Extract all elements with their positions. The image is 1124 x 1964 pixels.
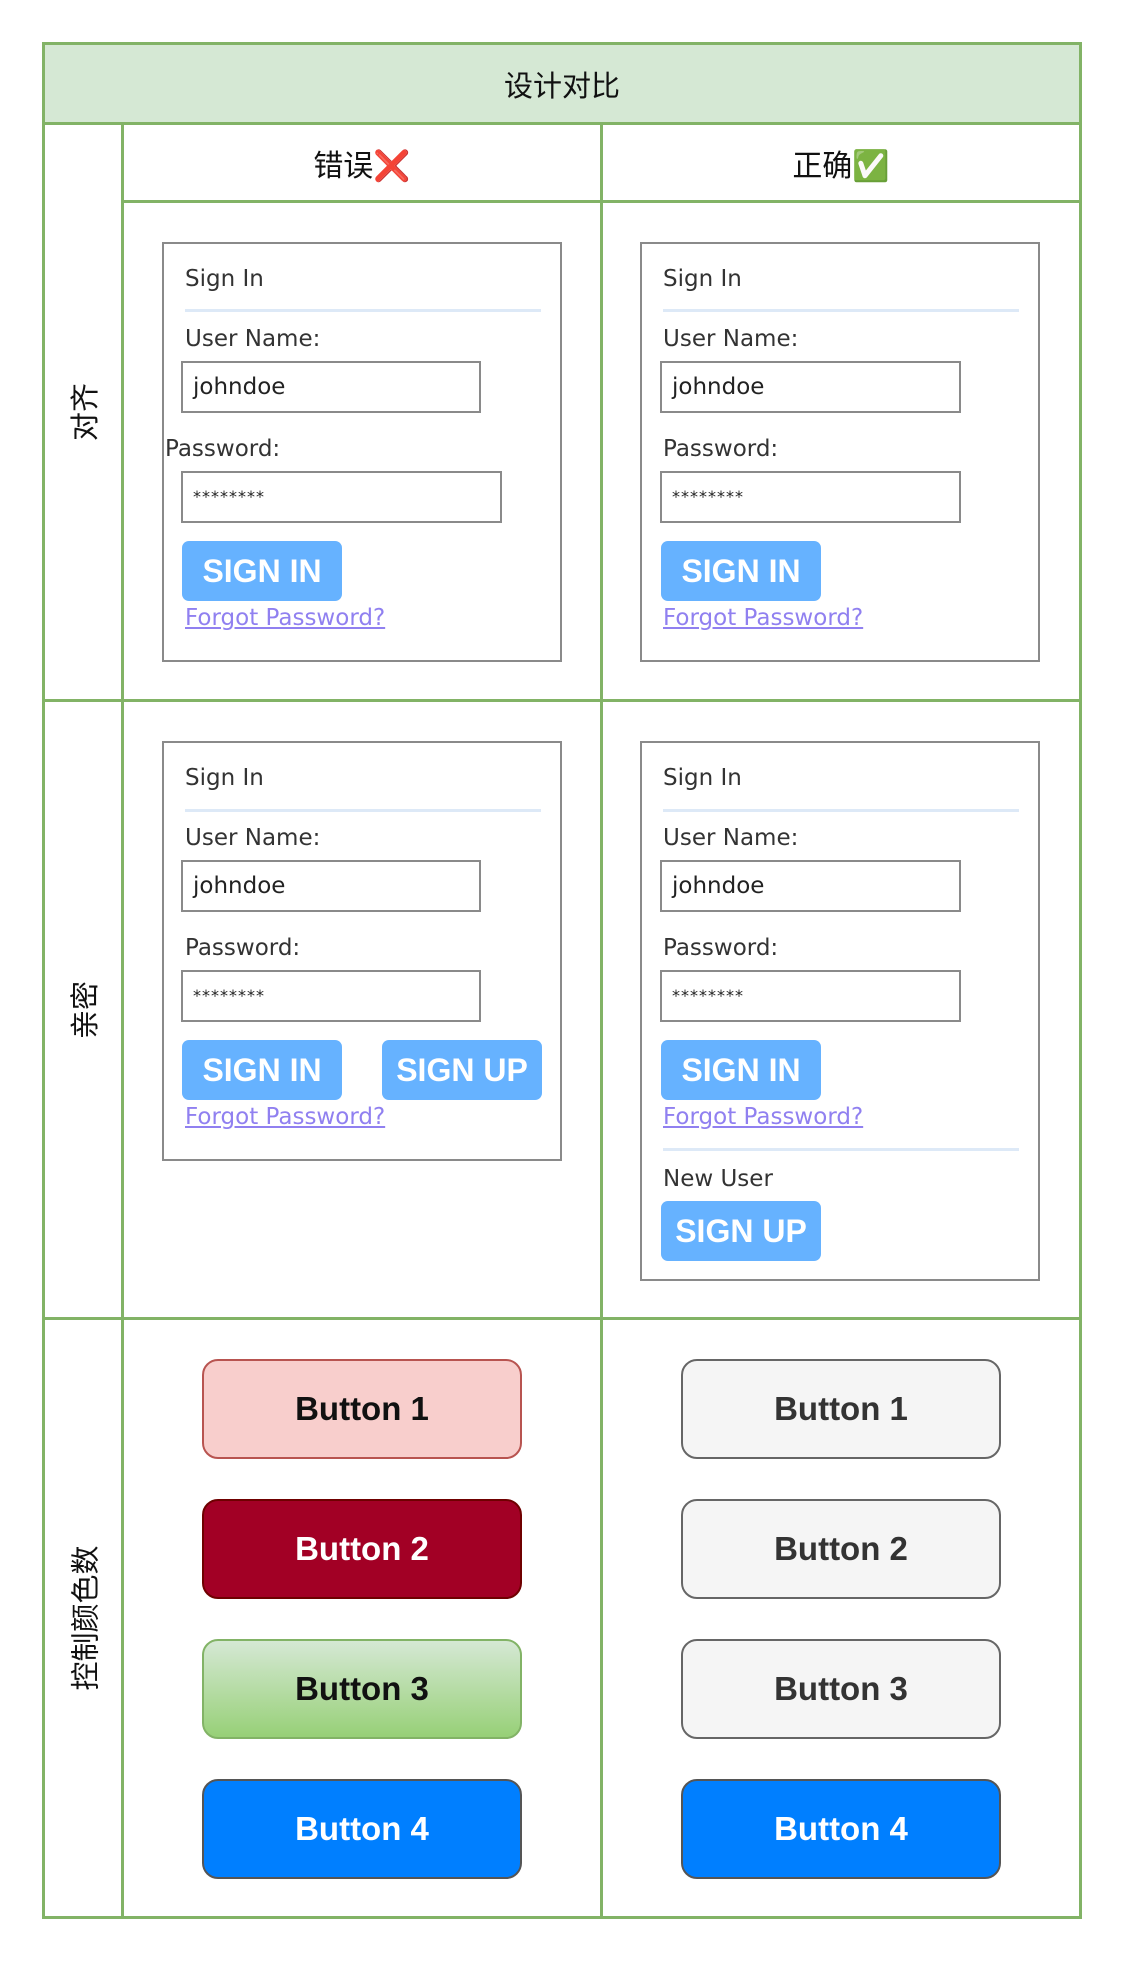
- new-user-label: New User: [663, 1166, 773, 1192]
- button-3-wrong[interactable]: Button 3: [202, 1639, 522, 1739]
- password-input[interactable]: ********: [660, 471, 961, 523]
- button-4-wrong[interactable]: Button 4: [202, 1779, 522, 1879]
- sign-in-button[interactable]: SIGN IN: [661, 1040, 821, 1100]
- username-input[interactable]: johndoe: [181, 361, 481, 413]
- username-label: User Name:: [663, 825, 799, 851]
- form-title: Sign In: [663, 765, 742, 791]
- username-label: User Name:: [185, 326, 321, 352]
- button-3-right[interactable]: Button 3: [681, 1639, 1001, 1739]
- table-title: 设计对比: [45, 45, 1079, 122]
- password-input[interactable]: ********: [660, 970, 961, 1022]
- password-label: Password:: [663, 436, 779, 462]
- forgot-password-link[interactable]: Forgot Password?: [663, 1104, 863, 1130]
- forgot-password-link[interactable]: Forgot Password?: [663, 605, 863, 631]
- username-input[interactable]: johndoe: [660, 361, 961, 413]
- sign-in-button[interactable]: SIGN IN: [182, 1040, 342, 1100]
- sign-up-button[interactable]: SIGN UP: [382, 1040, 542, 1100]
- forgot-password-link[interactable]: Forgot Password?: [185, 605, 385, 631]
- button-2-right[interactable]: Button 2: [681, 1499, 1001, 1599]
- password-input[interactable]: ********: [181, 471, 502, 523]
- username-input[interactable]: johndoe: [181, 860, 481, 912]
- form-title: Sign In: [185, 266, 264, 292]
- username-input[interactable]: johndoe: [660, 860, 961, 912]
- forgot-password-link[interactable]: Forgot Password?: [185, 1104, 385, 1130]
- username-label: User Name:: [663, 326, 799, 352]
- password-label: Password:: [185, 935, 301, 961]
- password-input[interactable]: ********: [181, 970, 481, 1022]
- divider-row-2: [45, 1317, 1079, 1320]
- password-label: Password:: [663, 935, 779, 961]
- new-user-divider: [663, 1148, 1019, 1151]
- button-1-right[interactable]: Button 1: [681, 1359, 1001, 1459]
- password-label: Password:: [165, 436, 281, 462]
- button-2-wrong[interactable]: Button 2: [202, 1499, 522, 1599]
- column-header-wrong: 错误❌: [313, 148, 411, 184]
- form-title: Sign In: [663, 266, 742, 292]
- sign-in-button[interactable]: SIGN IN: [661, 541, 821, 601]
- form-title-divider: [663, 809, 1019, 812]
- sign-up-button[interactable]: SIGN UP: [661, 1201, 821, 1261]
- button-4-right[interactable]: Button 4: [681, 1779, 1001, 1879]
- form-title-divider: [185, 309, 541, 312]
- column-header-right: 正确✅: [792, 148, 890, 184]
- divider-middle-column: [600, 125, 603, 1916]
- sign-in-button[interactable]: SIGN IN: [182, 541, 342, 601]
- form-title-divider: [663, 309, 1019, 312]
- form-title-divider: [185, 809, 541, 812]
- row-label-color-count: 控制颜色数: [68, 1545, 103, 1691]
- form-title: Sign In: [185, 765, 264, 791]
- divider-row-1: [45, 699, 1079, 702]
- button-1-wrong[interactable]: Button 1: [202, 1359, 522, 1459]
- divider-label-column: [121, 125, 124, 1916]
- username-label: User Name:: [185, 825, 321, 851]
- row-label-proximity: 亲密: [67, 980, 102, 1039]
- row-label-alignment: 对齐: [67, 382, 102, 442]
